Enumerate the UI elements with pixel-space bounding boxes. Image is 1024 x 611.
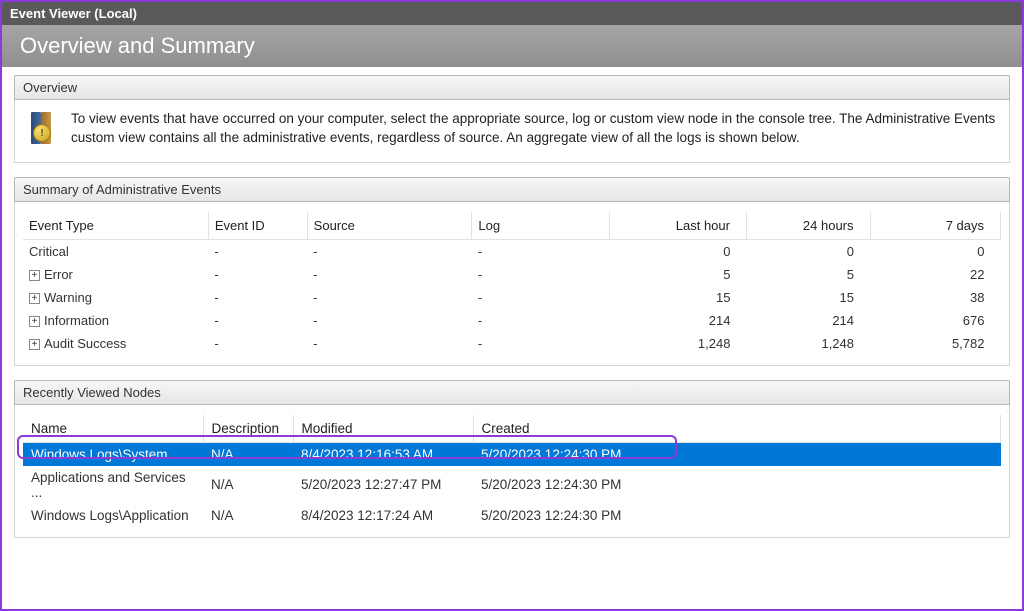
summary-row[interactable]: Critical---000 — [23, 239, 1001, 263]
recent-row[interactable]: Applications and Services ...N/A5/20/202… — [23, 466, 1001, 504]
summary-cell: 15 — [609, 286, 746, 309]
summary-row[interactable]: +Audit Success---1,2481,2485,782 — [23, 332, 1001, 355]
recent-cell: N/A — [203, 442, 293, 466]
summary-cell: 1,248 — [746, 332, 870, 355]
summary-cell: - — [472, 263, 609, 286]
recent-title: Recently Viewed Nodes — [23, 385, 161, 400]
summary-section-header: Summary of Administrative Events — [14, 177, 1010, 202]
recent-cell: N/A — [203, 504, 293, 527]
event-type-label: Warning — [44, 290, 92, 305]
summary-cell: 38 — [870, 286, 1000, 309]
col-description[interactable]: Description — [203, 415, 293, 443]
window-title: Event Viewer (Local) — [10, 6, 137, 21]
summary-table: Event Type Event ID Source Log Last hour… — [23, 212, 1001, 355]
summary-cell: - — [472, 239, 609, 263]
summary-cell: 0 — [870, 239, 1000, 263]
summary-cell: 0 — [746, 239, 870, 263]
recent-cell: 5/20/2023 12:24:30 PM — [473, 504, 1001, 527]
summary-cell: 22 — [870, 263, 1000, 286]
overview-body: ! To view events that have occurred on y… — [14, 100, 1010, 163]
col-log[interactable]: Log — [472, 212, 609, 240]
summary-cell: - — [307, 309, 472, 332]
summary-cell: - — [472, 332, 609, 355]
summary-cell: 214 — [609, 309, 746, 332]
recent-cell: 5/20/2023 12:24:30 PM — [473, 466, 1001, 504]
summary-title: Summary of Administrative Events — [23, 182, 221, 197]
summary-cell: - — [307, 239, 472, 263]
expand-icon[interactable]: + — [29, 339, 40, 350]
col-created[interactable]: Created — [473, 415, 1001, 443]
event-type-label: Error — [44, 267, 73, 282]
event-type-label: Information — [44, 313, 109, 328]
overview-title: Overview — [23, 80, 77, 95]
summary-row[interactable]: +Warning---151538 — [23, 286, 1001, 309]
summary-cell: - — [208, 309, 307, 332]
col-modified[interactable]: Modified — [293, 415, 473, 443]
summary-cell: - — [472, 286, 609, 309]
window-titlebar: Event Viewer (Local) — [2, 2, 1022, 25]
page-title: Overview and Summary — [20, 33, 255, 58]
summary-cell: - — [307, 286, 472, 309]
summary-cell: - — [472, 309, 609, 332]
recent-row[interactable]: Windows Logs\ApplicationN/A8/4/2023 12:1… — [23, 504, 1001, 527]
col-event-id[interactable]: Event ID — [208, 212, 307, 240]
summary-cell: 0 — [609, 239, 746, 263]
expand-icon[interactable]: + — [29, 316, 40, 327]
recent-header-row: Name Description Modified Created — [23, 415, 1001, 443]
recent-cell: 5/20/2023 12:27:47 PM — [293, 466, 473, 504]
summary-cell: 5,782 — [870, 332, 1000, 355]
overview-text: To view events that have occurred on you… — [71, 110, 997, 148]
summary-cell: 1,248 — [609, 332, 746, 355]
summary-cell: - — [208, 239, 307, 263]
expand-icon[interactable]: + — [29, 270, 40, 281]
recent-cell: Windows Logs\Application — [23, 504, 203, 527]
summary-section: Summary of Administrative Events Event T… — [14, 177, 1010, 366]
summary-cell: 5 — [609, 263, 746, 286]
recent-section: Recently Viewed Nodes Name Description M… — [14, 380, 1010, 538]
summary-header-row: Event Type Event ID Source Log Last hour… — [23, 212, 1001, 240]
col-24-hours[interactable]: 24 hours — [746, 212, 870, 240]
page-header: Overview and Summary — [2, 25, 1022, 67]
recent-cell: Applications and Services ... — [23, 466, 203, 504]
recent-cell: Windows Logs\System — [23, 442, 203, 466]
overview-section-header: Overview — [14, 75, 1010, 100]
summary-cell: - — [307, 263, 472, 286]
col-name[interactable]: Name — [23, 415, 203, 443]
summary-cell: 15 — [746, 286, 870, 309]
recent-section-header: Recently Viewed Nodes — [14, 380, 1010, 405]
recent-body: Name Description Modified Created Window… — [14, 405, 1010, 538]
expand-icon[interactable]: + — [29, 293, 40, 304]
summary-body: Event Type Event ID Source Log Last hour… — [14, 202, 1010, 366]
recent-cell: 5/20/2023 12:24:30 PM — [473, 442, 1001, 466]
summary-row[interactable]: +Error---5522 — [23, 263, 1001, 286]
summary-cell: 214 — [746, 309, 870, 332]
recent-table: Name Description Modified Created Window… — [23, 415, 1001, 527]
summary-cell: 676 — [870, 309, 1000, 332]
overview-section: Overview ! To view events that have occu… — [14, 75, 1010, 163]
summary-cell: - — [208, 263, 307, 286]
overview-book-icon: ! — [27, 110, 59, 146]
recent-cell: N/A — [203, 466, 293, 504]
col-source[interactable]: Source — [307, 212, 472, 240]
recent-cell: 8/4/2023 12:16:53 AM — [293, 442, 473, 466]
recent-row[interactable]: Windows Logs\SystemN/A8/4/2023 12:16:53 … — [23, 442, 1001, 466]
summary-cell: - — [208, 332, 307, 355]
summary-cell: 5 — [746, 263, 870, 286]
col-event-type[interactable]: Event Type — [23, 212, 208, 240]
col-7-days[interactable]: 7 days — [870, 212, 1000, 240]
event-type-label: Audit Success — [44, 336, 126, 351]
summary-cell: - — [208, 286, 307, 309]
summary-row[interactable]: +Information---214214676 — [23, 309, 1001, 332]
recent-cell: 8/4/2023 12:17:24 AM — [293, 504, 473, 527]
summary-cell: - — [307, 332, 472, 355]
event-type-label: Critical — [29, 244, 69, 259]
col-last-hour[interactable]: Last hour — [609, 212, 746, 240]
